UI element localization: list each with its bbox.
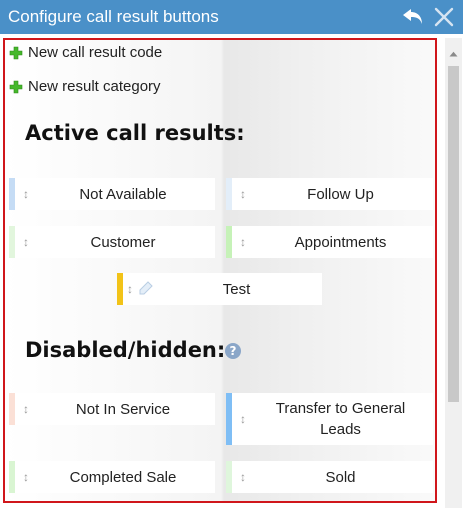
drag-handle-icon[interactable]: ↕ bbox=[232, 470, 254, 484]
result-label: Follow Up bbox=[307, 185, 374, 203]
result-label: Not In Service bbox=[75, 400, 171, 418]
result-button-completed-sale[interactable]: ↕ Completed Sale bbox=[9, 461, 215, 493]
drag-handle-icon[interactable]: ↕ bbox=[15, 402, 37, 416]
drag-handle-icon[interactable]: ↕ bbox=[232, 235, 254, 249]
disabled-hidden-heading: Disabled/hidden: bbox=[25, 338, 226, 362]
dialog-title: Configure call result buttons bbox=[8, 7, 219, 26]
result-button-transfer-to-general-leads[interactable]: ↕ Transfer to General Leads bbox=[226, 393, 433, 445]
drag-handle-icon[interactable]: ↕ bbox=[15, 235, 37, 249]
drag-handle-icon[interactable]: ↕ bbox=[15, 187, 37, 201]
new-call-result-code-link[interactable]: New call result code bbox=[9, 44, 162, 61]
result-button-customer[interactable]: ↕ Customer bbox=[9, 226, 215, 258]
result-label: Test bbox=[222, 280, 251, 298]
vertical-scrollbar[interactable] bbox=[445, 38, 462, 508]
undo-arrow-icon[interactable] bbox=[401, 6, 425, 33]
dialog-titlebar: Configure call result buttons bbox=[0, 0, 463, 34]
result-label: Sold bbox=[325, 468, 356, 486]
scroll-up-arrow-icon[interactable] bbox=[449, 44, 458, 62]
drag-handle-icon[interactable]: ↕ bbox=[232, 412, 254, 426]
active-results-heading: Active call results: bbox=[25, 121, 245, 145]
result-button-not-in-service[interactable]: ↕ Not In Service bbox=[9, 393, 215, 425]
new-call-result-code-label: New call result code bbox=[28, 44, 163, 61]
result-label: Completed Sale bbox=[69, 468, 177, 486]
result-button-not-available[interactable]: ↕ Not Available bbox=[9, 178, 215, 210]
new-result-category-link[interactable]: New result category bbox=[9, 78, 161, 95]
drag-handle-icon[interactable]: ↕ bbox=[15, 470, 37, 484]
plus-icon bbox=[9, 80, 23, 94]
result-button-test[interactable]: ↕ Test bbox=[117, 273, 322, 305]
help-icon[interactable]: ? bbox=[225, 343, 241, 359]
result-label: Customer bbox=[90, 233, 156, 251]
plus-icon bbox=[9, 46, 23, 60]
drag-handle-icon[interactable]: ↕ bbox=[123, 282, 137, 296]
edit-icon[interactable] bbox=[137, 279, 157, 300]
call-result-panel: New call result code New result category… bbox=[3, 38, 437, 503]
scroll-thumb[interactable] bbox=[448, 66, 459, 402]
drag-handle-icon[interactable]: ↕ bbox=[232, 187, 254, 201]
result-label: Not Available bbox=[79, 185, 167, 203]
result-button-sold[interactable]: ↕ Sold bbox=[226, 461, 433, 493]
result-button-appointments[interactable]: ↕ Appointments bbox=[226, 226, 433, 258]
new-result-category-label: New result category bbox=[28, 78, 161, 95]
result-button-follow-up[interactable]: ↕ Follow Up bbox=[226, 178, 433, 210]
close-icon[interactable] bbox=[433, 6, 455, 33]
result-label: Appointments bbox=[294, 233, 387, 251]
result-label: Transfer to General Leads bbox=[275, 400, 406, 438]
